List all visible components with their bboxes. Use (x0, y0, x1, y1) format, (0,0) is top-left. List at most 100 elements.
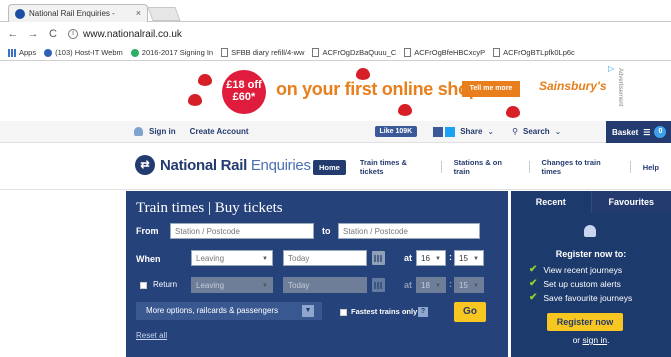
ad-headline: on your first online shop (276, 79, 480, 99)
help-icon[interactable]: ? (418, 307, 428, 317)
checkmark-icon: ✔ (529, 264, 538, 275)
benefit-item: ✔ View recent journeys (529, 263, 632, 277)
fastest-trains-label: Fastest trains only (351, 307, 418, 316)
chevron-down-icon: ⌄ (554, 127, 562, 136)
nav-divider (629, 161, 631, 173)
benefit-text: View recent journeys (543, 265, 623, 275)
nav-divider (440, 161, 442, 173)
basket-count-badge: 0 (654, 126, 667, 138)
sign-in-link[interactable]: sign in (582, 335, 607, 345)
basket-icon: ☰ (643, 127, 651, 137)
bookmark-apps[interactable]: Apps (8, 48, 36, 57)
bookmark-item[interactable]: 2016-2017 Signing In (130, 48, 213, 57)
strawberry-icon (198, 74, 212, 86)
go-button[interactable]: Go (454, 302, 486, 322)
register-title: Register now to: (555, 249, 627, 259)
national-rail-arrows-icon: ⇄ (135, 155, 155, 175)
search-link[interactable]: Search (523, 127, 550, 136)
logo-text: National Rail Enquiries (160, 157, 311, 174)
tab-favourites[interactable]: Favourites (590, 191, 671, 213)
return-minute-select: 15 ▼ (454, 277, 484, 293)
tab-close-icon[interactable]: × (136, 8, 141, 18)
calendar-icon[interactable] (372, 251, 385, 265)
ad-tell-me-more-button[interactable]: Tell me more (462, 81, 520, 97)
new-tab-button[interactable] (147, 7, 181, 21)
bookmark-item[interactable]: SFBB diary refill/4-ww (221, 48, 304, 57)
share-menu[interactable]: Share ⌄ (433, 126, 494, 137)
national-rail-logo[interactable]: ⇄ National Rail Enquiries (135, 155, 311, 175)
period-text: . (607, 335, 610, 345)
ad-label: Advertisement (617, 68, 623, 107)
from-station-input[interactable]: Station / Postcode (170, 223, 314, 239)
strawberry-icon (398, 104, 412, 116)
more-options-label: More options, railcards & passengers (146, 306, 279, 315)
ad-brand-logo: Sainsbury's (539, 79, 607, 93)
bookmark-item[interactable]: (103) Host-IT Webm (44, 48, 123, 57)
strawberry-icon (188, 94, 202, 106)
nav-changes[interactable]: Changes to train times (541, 158, 617, 176)
user-icon (134, 127, 143, 136)
calendar-icon (372, 278, 385, 292)
share-label: Share (460, 127, 483, 136)
reload-icon[interactable]: C (46, 28, 60, 40)
nav-help[interactable]: Help (643, 163, 659, 172)
tab-recent[interactable]: Recent (511, 191, 591, 213)
to-station-input[interactable]: Station / Postcode (338, 223, 480, 239)
checkmark-icon: ✔ (529, 278, 538, 289)
fastest-trains-checkbox[interactable] (340, 309, 347, 316)
create-account-link[interactable]: Create Account (190, 127, 249, 136)
url-field[interactable]: i www.nationalrail.co.uk (68, 29, 182, 40)
user-icon (584, 225, 596, 237)
return-when-value: Leaving (196, 281, 225, 290)
date-input[interactable]: Today (283, 250, 367, 266)
ad-banner[interactable]: £18 off £60* on your first online shop T… (0, 62, 671, 120)
at-label: at (404, 253, 413, 263)
main-navigation: ⇄ National Rail Enquiries Home Train tim… (0, 144, 671, 190)
minute-select[interactable]: 15 ▼ (454, 250, 484, 266)
bookmark-label: ACFrOgBTLpfk0Lp6c (503, 48, 575, 57)
search-icon[interactable]: ⚲ (512, 127, 518, 136)
bookmarks-bar: Apps (103) Host-IT Webm 2016-2017 Signin… (0, 45, 671, 61)
bookmark-item[interactable]: ACFrOgBfeHBCxcyP (404, 48, 485, 57)
basket-button[interactable]: Basket ☰ 0 (606, 121, 671, 143)
site-info-icon[interactable]: i (68, 29, 78, 39)
register-now-button[interactable]: Register now (547, 313, 623, 331)
hour-select[interactable]: 16 ▼ (416, 250, 446, 266)
benefit-text: Set up custom alerts (543, 279, 621, 289)
reset-all-link[interactable]: Reset all (136, 331, 167, 340)
chevron-down-icon: ▼ (302, 305, 314, 317)
forward-icon[interactable]: → (26, 28, 40, 40)
logo-text-bold: National Rail (160, 156, 247, 174)
when-select-value: Leaving (196, 254, 225, 263)
chevron-down-icon: ▼ (473, 256, 479, 262)
benefit-text: Save favourite journeys (543, 293, 633, 303)
more-options-button[interactable]: More options, railcards & passengers ▼ (136, 302, 322, 320)
return-date-input: Today (283, 277, 367, 293)
back-icon[interactable]: ← (6, 28, 20, 40)
page-icon (404, 48, 412, 57)
url-text: www.nationalrail.co.uk (83, 28, 182, 40)
nav-train-times[interactable]: Train times & tickets (360, 158, 429, 176)
when-select[interactable]: Leaving ▼ (191, 250, 273, 266)
return-checkbox[interactable] (140, 282, 147, 289)
planner-title: Train times | Buy tickets (136, 200, 283, 216)
logo-text-light: Enquiries (246, 156, 311, 174)
chevron-down-icon: ▼ (262, 283, 268, 289)
chevron-down-icon: ▼ (435, 283, 441, 289)
tab-title: National Rail Enquiries - (29, 9, 115, 18)
browser-tab[interactable]: National Rail Enquiries - × (8, 4, 148, 22)
address-bar: ← → C i www.nationalrail.co.uk (0, 23, 671, 45)
page-icon (312, 48, 320, 57)
bookmark-item[interactable]: ACFrOgDzBaQuuu_C (312, 48, 396, 57)
adchoices-icon[interactable]: ▷ (608, 64, 614, 73)
nav-home[interactable]: Home (313, 159, 346, 175)
register-benefits-list: ✔ View recent journeys ✔ Set up custom ale… (529, 263, 632, 305)
nav-stations[interactable]: Stations & on train (454, 158, 517, 176)
bookmark-item[interactable]: ACFrOgBTLpfk0Lp6c (493, 48, 575, 57)
bookmark-label: (103) Host-IT Webm (55, 48, 123, 57)
basket-label: Basket (612, 127, 639, 137)
sign-in-link[interactable]: Sign in (149, 127, 176, 136)
page-icon (493, 48, 501, 57)
when-label: When (136, 254, 161, 264)
facebook-like-button[interactable]: Like 109K (374, 126, 418, 137)
